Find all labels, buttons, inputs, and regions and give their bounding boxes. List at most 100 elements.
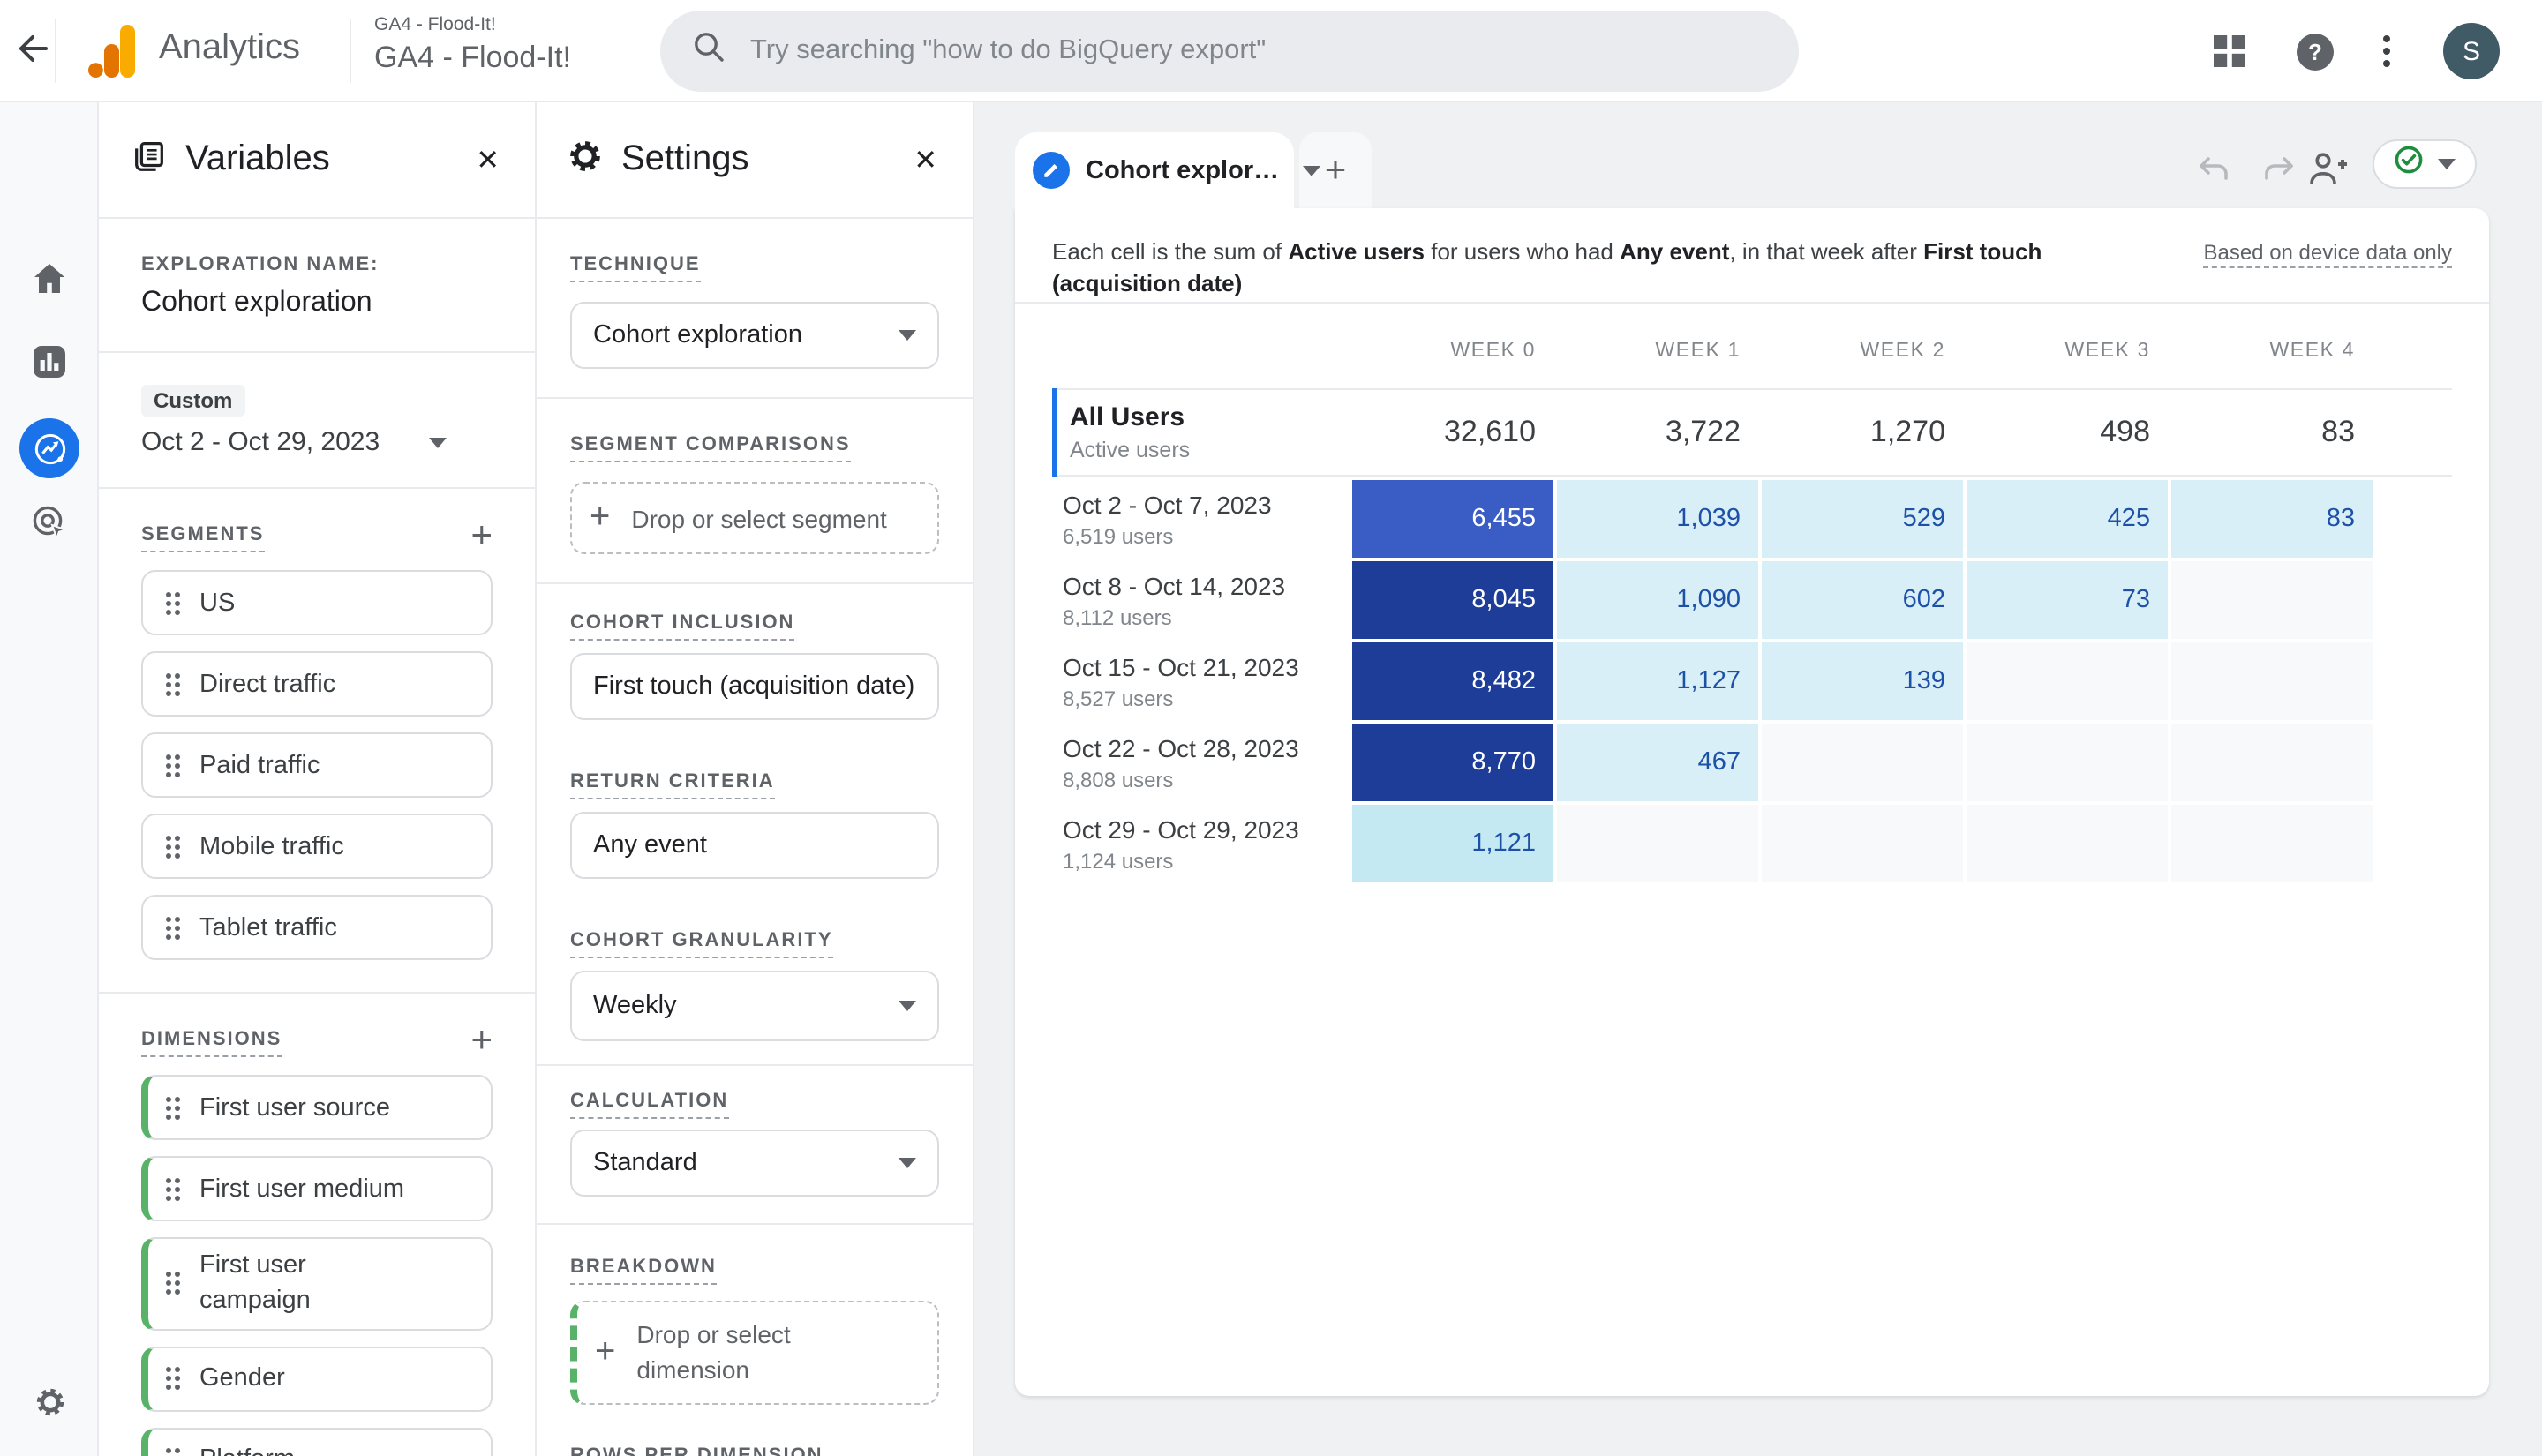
cohort-row-label: Oct 15 - Oct 21, 2023 8,527 users bbox=[1063, 652, 1299, 710]
cohort-cell[interactable] bbox=[2171, 805, 2373, 882]
nav-reports[interactable] bbox=[0, 344, 99, 388]
week-header: WEEK 2 bbox=[1860, 341, 1945, 362]
cohort-cell[interactable]: 73 bbox=[1967, 561, 2168, 639]
help-icon[interactable]: ? bbox=[2297, 34, 2334, 71]
cohort-cell[interactable] bbox=[1967, 805, 2168, 882]
close-variables-icon[interactable]: ✕ bbox=[476, 142, 500, 177]
exploration-name-section: EXPLORATION NAME: Cohort exploration bbox=[99, 219, 535, 353]
nav-rail bbox=[0, 102, 99, 1456]
tab-cohort-exploration[interactable]: Cohort explor… bbox=[1015, 132, 1320, 208]
google-apps-icon[interactable] bbox=[2214, 35, 2245, 76]
cohort-cell[interactable]: 1,090 bbox=[1557, 561, 1758, 639]
return-criteria-value: Any event bbox=[593, 831, 707, 859]
dimension-chip[interactable]: First user source bbox=[141, 1075, 493, 1140]
segment-drop-zone[interactable]: + Drop or select segment bbox=[570, 482, 939, 554]
header-divider bbox=[55, 19, 56, 83]
search-bar[interactable] bbox=[660, 11, 1799, 92]
drag-handle-icon bbox=[164, 1270, 182, 1298]
cohort-cell[interactable]: 1,121 bbox=[1352, 805, 1553, 882]
segment-chip[interactable]: Tablet traffic bbox=[141, 895, 493, 960]
drag-handle-icon bbox=[164, 1364, 182, 1392]
nav-advertising[interactable] bbox=[0, 503, 99, 551]
plus-icon: + bbox=[590, 498, 611, 537]
cohort-row-label: Oct 29 - Oct 29, 2023 1,124 users bbox=[1063, 814, 1299, 873]
saved-status-button[interactable] bbox=[2373, 139, 2477, 189]
all-users-value: 32,610 bbox=[1444, 415, 1536, 448]
cohort-cell[interactable]: 8,482 bbox=[1352, 642, 1553, 720]
cohort-cell[interactable]: 139 bbox=[1762, 642, 1963, 720]
nav-home[interactable] bbox=[0, 261, 99, 305]
cohort-cell[interactable]: 8,770 bbox=[1352, 724, 1553, 801]
cohort-row-label: Oct 2 - Oct 7, 2023 6,519 users bbox=[1063, 490, 1272, 548]
settings-gear-icon bbox=[567, 137, 604, 183]
search-input[interactable] bbox=[750, 35, 1767, 67]
granularity-select[interactable]: Weekly bbox=[570, 971, 939, 1041]
cohort-cell[interactable] bbox=[1967, 724, 2168, 801]
based-on-device-data-link[interactable]: Based on device data only bbox=[2203, 240, 2452, 268]
ga4-explore-page: Analytics GA4 - Flood-It! GA4 - Flood-It… bbox=[0, 0, 2542, 1456]
dimension-chip[interactable]: First user medium bbox=[141, 1156, 493, 1221]
add-dimension-button[interactable]: + bbox=[470, 1022, 493, 1059]
redo-icon[interactable] bbox=[2261, 154, 2297, 194]
cohort-cell[interactable]: 425 bbox=[1967, 480, 2168, 558]
cohort-cell[interactable] bbox=[2171, 724, 2373, 801]
avatar[interactable]: S bbox=[2443, 23, 2500, 79]
cohort-cell[interactable]: 529 bbox=[1762, 480, 1963, 558]
chevron-down-icon bbox=[429, 437, 447, 447]
dimension-chip[interactable]: First user campaign bbox=[141, 1237, 493, 1331]
technique-select[interactable]: Cohort exploration bbox=[570, 302, 939, 369]
chevron-down-icon bbox=[2438, 159, 2456, 169]
exploration-name-value[interactable]: Cohort exploration bbox=[141, 288, 493, 319]
dimension-chip-label: First user campaign bbox=[199, 1251, 311, 1316]
dimension-chip[interactable]: Gender bbox=[141, 1346, 493, 1412]
drag-handle-icon bbox=[164, 589, 182, 617]
chevron-down-icon bbox=[899, 330, 916, 341]
cohort-cell[interactable]: 8,045 bbox=[1352, 561, 1553, 639]
cohort-cell[interactable]: 467 bbox=[1557, 724, 1758, 801]
calculation-select[interactable]: Standard bbox=[570, 1130, 939, 1197]
breakdown-drop-zone[interactable]: + Drop or select dimension bbox=[570, 1301, 939, 1405]
nav-admin-settings[interactable] bbox=[0, 1385, 99, 1428]
all-users-row: All Users Active users 32,610 3,722 1,270 498… bbox=[1052, 388, 2452, 477]
settings-header: Settings ✕ bbox=[537, 102, 973, 219]
cohort-cell[interactable] bbox=[1762, 724, 1963, 801]
cohort-cell[interactable] bbox=[2171, 642, 2373, 720]
cohort-cell[interactable] bbox=[1762, 805, 1963, 882]
segment-chip[interactable]: Paid traffic bbox=[141, 732, 493, 798]
more-menu-icon[interactable] bbox=[2383, 35, 2390, 76]
cohort-cell[interactable]: 6,455 bbox=[1352, 480, 1553, 558]
segment-chip-label: Tablet traffic bbox=[199, 913, 337, 942]
explore-icon bbox=[19, 418, 79, 478]
segment-chip-label: Direct traffic bbox=[199, 670, 336, 698]
cohort-cell[interactable] bbox=[2171, 561, 2373, 639]
dimension-chip[interactable]: Platform bbox=[141, 1427, 493, 1456]
cohort-inclusion-box[interactable]: First touch (acquisition date) bbox=[570, 653, 939, 720]
close-settings-icon[interactable]: ✕ bbox=[914, 142, 937, 177]
segment-chip[interactable]: US bbox=[141, 570, 493, 635]
segment-chip[interactable]: Mobile traffic bbox=[141, 814, 493, 879]
cohort-cell[interactable]: 83 bbox=[2171, 480, 2373, 558]
cohort-cell[interactable]: 1,127 bbox=[1557, 642, 1758, 720]
back-button[interactable] bbox=[11, 32, 53, 74]
all-users-accent-bar bbox=[1052, 388, 1057, 477]
date-range-selector[interactable]: Oct 2 - Oct 29, 2023 bbox=[141, 427, 493, 457]
all-users-label: All Users Active users bbox=[1070, 402, 1191, 462]
share-add-user-icon[interactable] bbox=[2305, 150, 2350, 196]
date-range-value: Oct 2 - Oct 29, 2023 bbox=[141, 427, 380, 457]
cohort-cell[interactable] bbox=[1557, 805, 1758, 882]
property-selector[interactable]: GA4 - Flood-It! GA4 - Flood-It! bbox=[374, 14, 571, 76]
segment-chip[interactable]: Direct traffic bbox=[141, 651, 493, 717]
dimension-chip-label: First user source bbox=[199, 1093, 390, 1122]
date-badge: Custom bbox=[141, 385, 245, 417]
cohort-cell[interactable]: 602 bbox=[1762, 561, 1963, 639]
breakdown-label: BREAKDOWN bbox=[570, 1257, 717, 1285]
return-criteria-box[interactable]: Any event bbox=[570, 812, 939, 879]
nav-explore-active[interactable] bbox=[0, 418, 99, 478]
week-header: WEEK 0 bbox=[1450, 341, 1536, 362]
undo-icon[interactable] bbox=[2196, 154, 2231, 194]
cohort-cell[interactable] bbox=[1967, 642, 2168, 720]
dimensions-list: First user source First user medium First … bbox=[141, 1075, 493, 1456]
add-segment-button[interactable]: + bbox=[470, 517, 493, 554]
return-criteria-label: RETURN CRITERIA bbox=[570, 771, 775, 799]
cohort-cell[interactable]: 1,039 bbox=[1557, 480, 1758, 558]
